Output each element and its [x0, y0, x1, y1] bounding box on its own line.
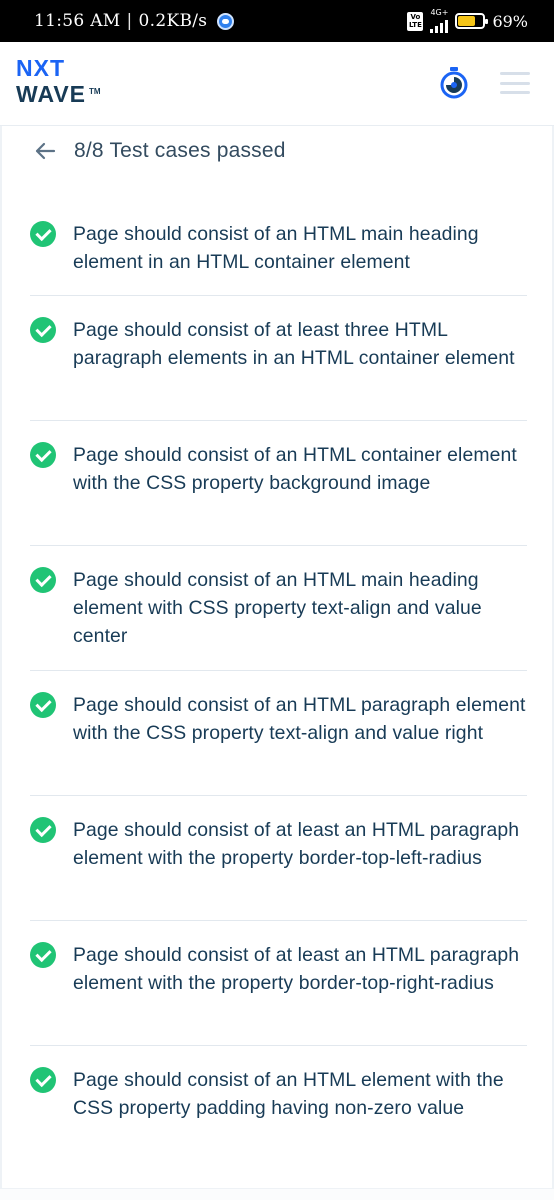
test-case-item: Page should consist of an HTML element w…	[30, 1046, 527, 1171]
logo-trademark: TM	[89, 87, 101, 96]
check-circle-icon	[30, 942, 56, 968]
check-circle-icon	[30, 1067, 56, 1093]
check-circle-icon	[30, 567, 56, 593]
logo-line-2-row: WAVE TM	[16, 80, 126, 106]
arrow-left-icon[interactable]	[32, 138, 58, 164]
app-header: NXT WAVE TM	[0, 42, 554, 126]
test-case-item: Page should consist of at least three HT…	[30, 296, 527, 421]
stopwatch-icon[interactable]	[438, 66, 470, 100]
data-speed: 0.2KB/s	[138, 11, 208, 31]
volte-top-label: Vo	[410, 13, 421, 21]
volte-bottom-label: LTE	[409, 21, 422, 29]
check-circle-icon	[30, 442, 56, 468]
test-case-text: Page should consist of an HTML paragraph…	[73, 694, 526, 744]
results-title: 8/8 Test cases passed	[74, 139, 286, 162]
messenger-notification-icon	[217, 12, 235, 30]
battery-level-fill	[458, 16, 475, 26]
system-status-bar: 11:56 AM | 0.2KB/s Vo LTE 4G+ 69%	[0, 0, 554, 42]
status-right: Vo LTE 4G+ 69%	[407, 9, 528, 33]
test-case-item: Page should consist of at least an HTML …	[30, 796, 527, 921]
check-circle-icon	[30, 221, 56, 247]
test-case-item: Page should consist of an HTML container…	[30, 421, 527, 546]
check-circle-icon	[30, 817, 56, 843]
volte-icon: Vo LTE	[407, 11, 424, 31]
battery-percent: 69%	[492, 11, 528, 31]
test-case-list: Page should consist of an HTML main head…	[30, 200, 527, 1171]
clock: 11:56 AM	[34, 11, 121, 31]
test-results-panel: 8/8 Test cases passed Page should consis…	[0, 126, 554, 1188]
test-case-text: Page should consist of at least an HTML …	[73, 819, 520, 869]
bottom-bar-edge	[0, 1188, 554, 1200]
logo-line-2: WAVE	[16, 81, 87, 107]
status-separator: |	[126, 11, 133, 31]
results-header: 8/8 Test cases passed	[32, 136, 286, 166]
test-case-item: Page should consist of an HTML main head…	[30, 546, 527, 671]
test-case-item: Page should consist of an HTML paragraph…	[30, 671, 527, 796]
nxtwave-logo[interactable]: NXT WAVE TM	[16, 56, 126, 112]
status-left: 11:56 AM | 0.2KB/s	[34, 11, 235, 31]
signal-strength-icon	[430, 17, 449, 33]
network-type-label: 4G+	[430, 8, 449, 17]
network-indicator: 4G+	[430, 8, 449, 33]
test-case-text: Page should consist of an HTML element w…	[73, 1069, 504, 1119]
hamburger-menu-icon[interactable]	[498, 70, 532, 96]
test-case-text: Page should consist of at least three HT…	[73, 319, 515, 369]
check-circle-icon	[30, 317, 56, 343]
battery-icon	[455, 13, 489, 29]
test-case-text: Page should consist of an HTML main head…	[73, 223, 479, 273]
test-case-item: Page should consist of at least an HTML …	[30, 921, 527, 1046]
test-case-text: Page should consist of an HTML container…	[73, 444, 517, 494]
logo-line-1: NXT	[16, 55, 65, 81]
test-case-text: Page should consist of an HTML main head…	[73, 569, 482, 647]
test-case-item: Page should consist of an HTML main head…	[30, 200, 527, 296]
test-case-text: Page should consist of at least an HTML …	[73, 944, 520, 994]
check-circle-icon	[30, 692, 56, 718]
